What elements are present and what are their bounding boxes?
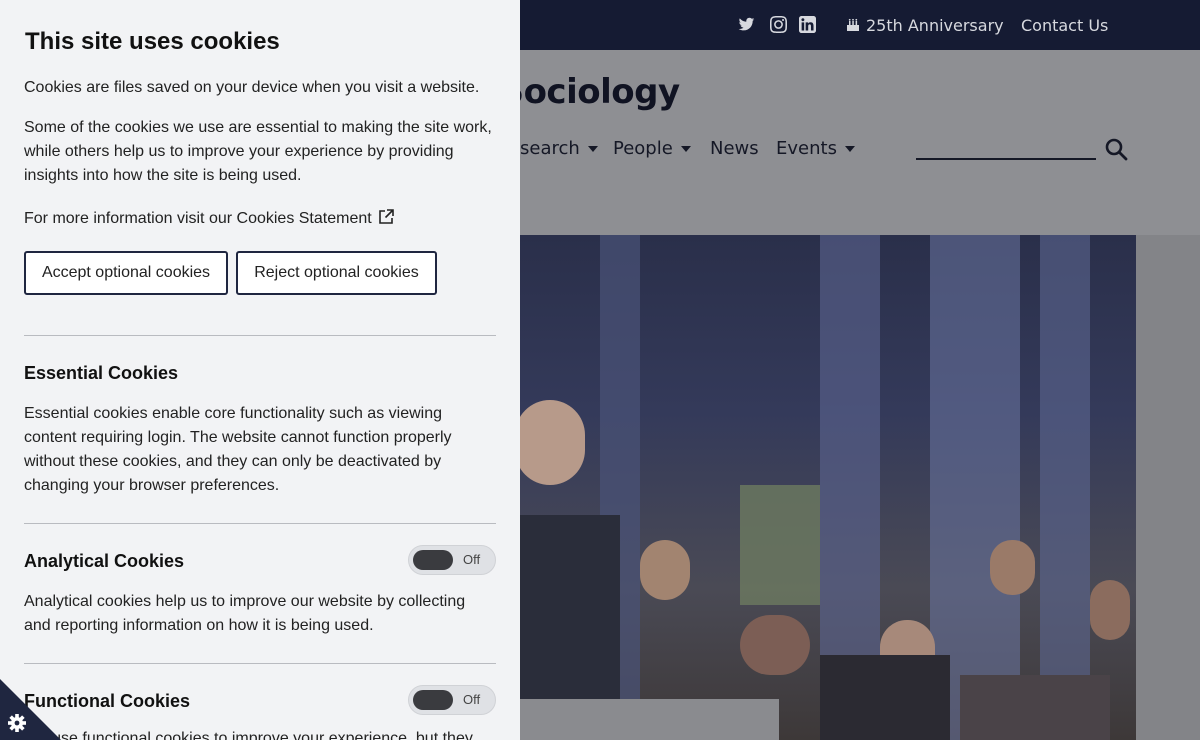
essential-cookies-description: Essential cookies enable core functional… — [24, 405, 452, 494]
divider — [24, 335, 496, 336]
essential-cookies-title: Essential Cookies — [24, 363, 179, 383]
toggle-state-label: Off — [463, 552, 481, 567]
nav-research[interactable]: search — [520, 138, 598, 159]
twitter-icon[interactable] — [738, 16, 755, 38]
cookie-details: Some of the cookies we use are essential… — [24, 119, 492, 184]
cookie-settings-button[interactable] — [0, 679, 61, 740]
chevron-down-icon — [587, 146, 598, 152]
analytical-cookies-title: Analytical Cookies — [24, 551, 185, 571]
gear-icon — [8, 714, 26, 732]
nav-research-label: search — [520, 138, 580, 159]
toggle-knob — [413, 690, 453, 710]
nav-people-label: People — [613, 138, 673, 159]
linkedin-icon[interactable] — [799, 16, 816, 38]
external-link-icon — [378, 209, 394, 224]
analytical-cookies-description: Analytical cookies help us to improve ou… — [24, 593, 466, 634]
cookie-panel-title: This site uses cookies — [25, 28, 280, 55]
nav-events-label: Events — [776, 138, 837, 159]
cookie-panel: This site uses cookies Cookies are files… — [0, 0, 520, 740]
cake-icon — [847, 18, 859, 31]
divider — [24, 663, 496, 664]
cookie-intro: Cookies are files saved on your device w… — [24, 79, 480, 96]
page-margin — [1136, 235, 1200, 740]
chevron-down-icon — [844, 146, 855, 152]
cookie-statement-label: For more information visit our Cookies S… — [24, 210, 372, 227]
contact-us-link[interactable]: Contact Us — [1021, 0, 1108, 50]
reject-optional-cookies-button[interactable]: Reject optional cookies — [236, 251, 437, 295]
chevron-down-icon — [680, 146, 691, 152]
nav-people[interactable]: People — [613, 138, 691, 159]
cookie-statement-link[interactable]: For more information visit our Cookies S… — [24, 207, 504, 231]
anniversary-label: 25th Anniversary — [866, 15, 1004, 35]
toggle-state-label: Off — [463, 692, 481, 707]
functional-cookies-toggle[interactable]: Off — [408, 685, 496, 715]
nav-news[interactable]: News — [710, 138, 759, 159]
nav-news-label: News — [710, 138, 759, 159]
nav-events[interactable]: Events — [776, 138, 855, 159]
search-input[interactable] — [916, 158, 1096, 160]
analytical-cookies-toggle[interactable]: Off — [408, 545, 496, 575]
search-icon[interactable] — [1104, 137, 1128, 161]
functional-cookies-description: We use functional cookies to improve you… — [24, 730, 473, 740]
instagram-icon[interactable] — [770, 16, 787, 38]
accept-optional-cookies-button[interactable]: Accept optional cookies — [24, 251, 228, 295]
toggle-knob — [413, 550, 453, 570]
anniversary-link[interactable]: 25th Anniversary — [846, 0, 1004, 50]
divider — [24, 523, 496, 524]
